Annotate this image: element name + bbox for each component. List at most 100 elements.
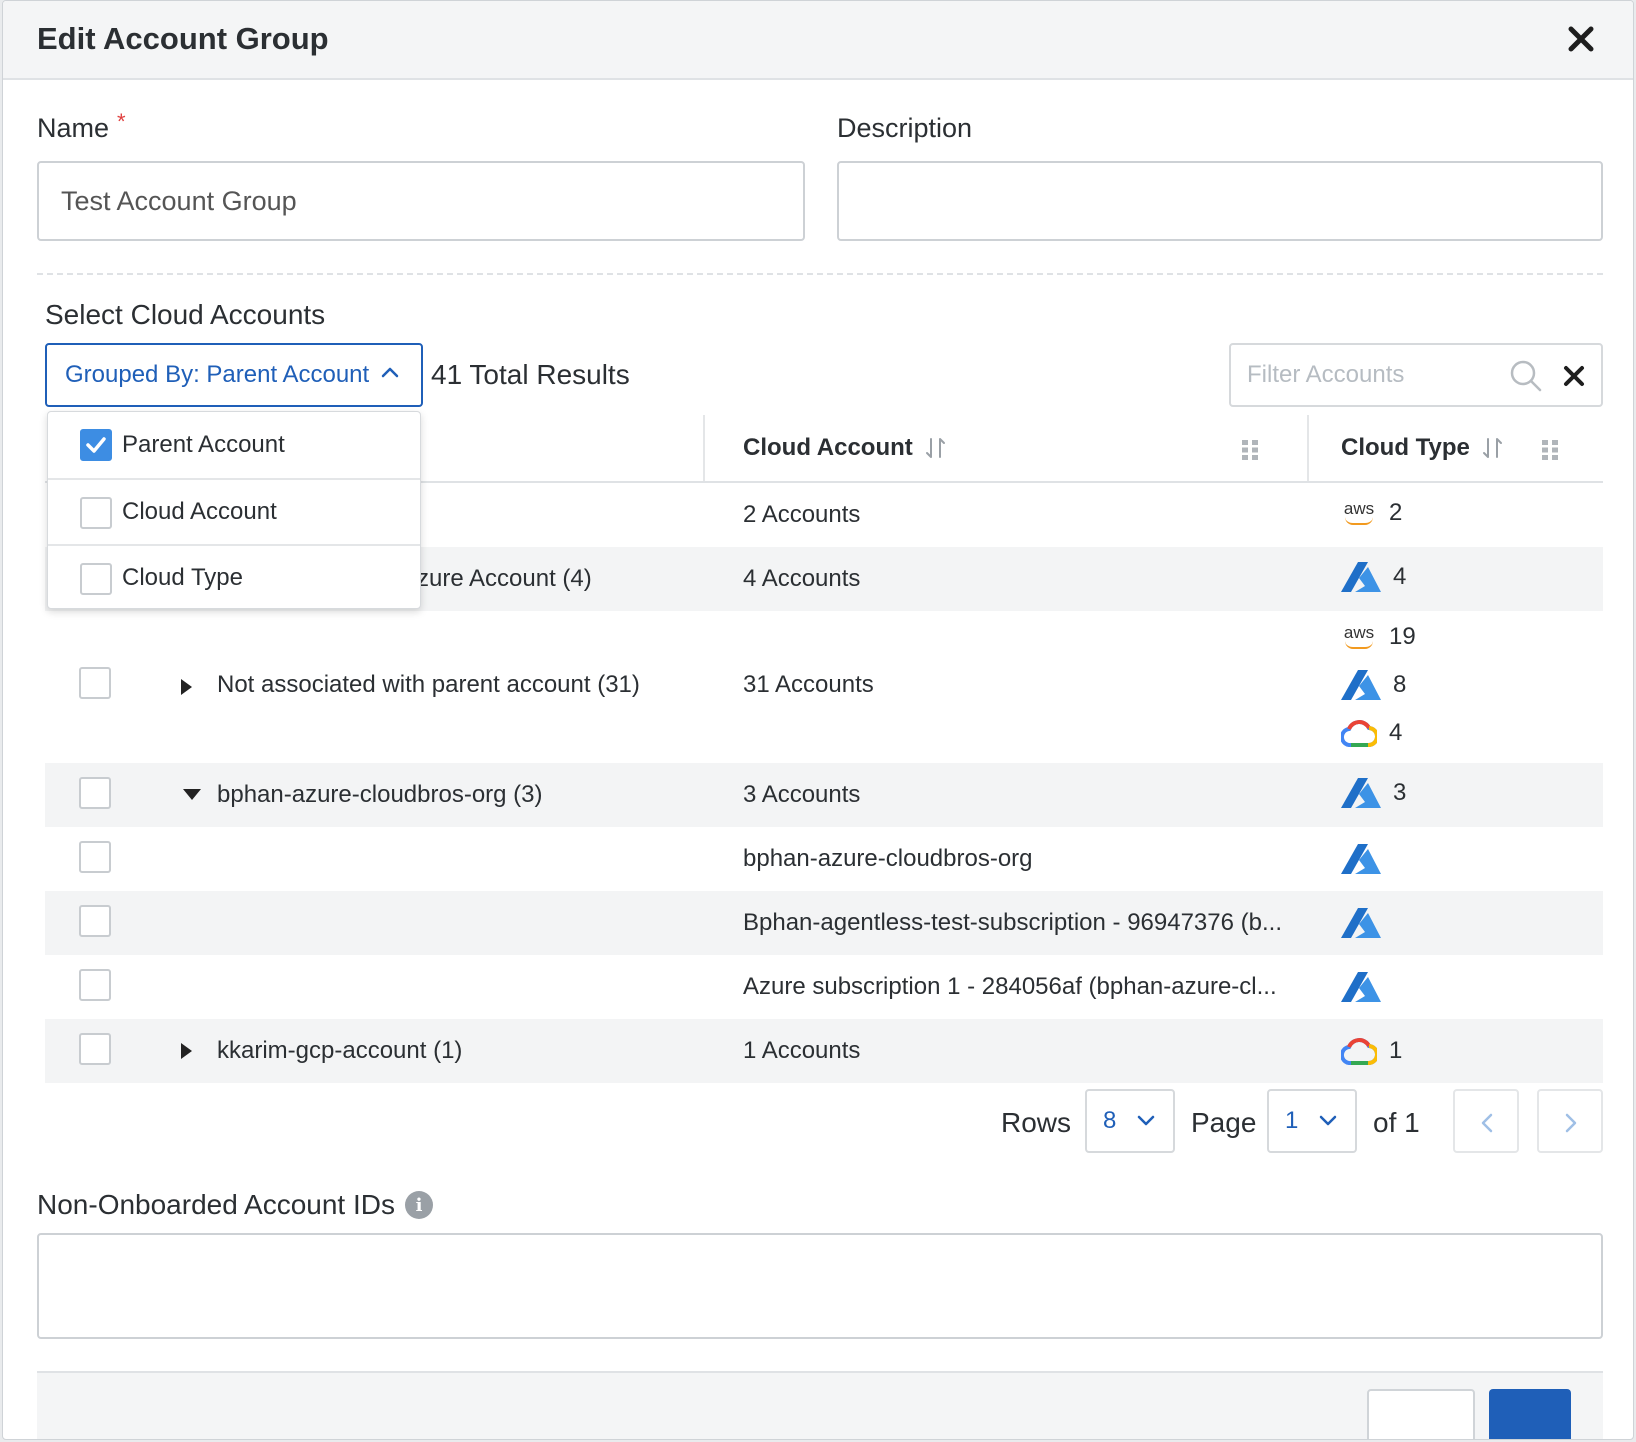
row-accounts: 31 Accounts [743, 671, 874, 698]
column-separator [1307, 415, 1309, 481]
azure-logo-icon [1341, 778, 1381, 808]
cloud-type-item: aws 19 [1341, 623, 1416, 651]
sort-icon[interactable] [925, 436, 947, 460]
group-by-option-cloud-type[interactable]: Cloud Type [48, 544, 420, 610]
page-label: Page [1191, 1107, 1257, 1138]
filter-accounts-box [1229, 343, 1603, 407]
checkbox[interactable] [80, 497, 112, 529]
cloud-type-item: aws 2 [1341, 499, 1402, 527]
cloud-type-count: 2 [1389, 499, 1403, 526]
expand-caret-icon[interactable] [181, 679, 192, 695]
required-asterisk: * [117, 109, 126, 134]
non-onboarded-label: Non-Onboarded Account IDs i [37, 1189, 433, 1221]
table-row[interactable]: Bphan-agentless-test-subscription - 9694… [45, 891, 1603, 955]
gcp-logo-icon [1341, 720, 1377, 747]
column-separator [703, 415, 705, 481]
azure-logo-icon [1341, 562, 1381, 592]
table-row[interactable]: bphan-azure-cloudbros-org (3) 3 Accounts… [45, 763, 1603, 827]
option-label: Cloud Type [122, 564, 243, 591]
chevron-left-icon [1481, 1113, 1493, 1133]
page-count: of 1 [1373, 1107, 1420, 1138]
rows-per-page-select[interactable]: 8 [1085, 1089, 1175, 1153]
cloud-type-count: 19 [1389, 623, 1416, 650]
row-checkbox[interactable] [79, 1033, 111, 1065]
sort-icon[interactable] [1482, 436, 1504, 460]
info-icon[interactable]: i [404, 1191, 433, 1219]
group-by-label: Grouped By: Parent Account [65, 361, 370, 388]
collapse-caret-icon[interactable] [183, 789, 201, 800]
dialog-title: Edit Account Group [37, 21, 329, 56]
cloud-type-item [1341, 907, 1381, 939]
dialog-footer [37, 1371, 1603, 1439]
name-label-text: Name [37, 113, 110, 143]
row-checkbox[interactable] [79, 905, 111, 937]
table-row[interactable]: Not associated with parent account (31) … [45, 611, 1603, 763]
azure-logo-icon [1341, 670, 1381, 700]
column-header-cloud-type-label: Cloud Type [1341, 434, 1470, 461]
row-accounts: Azure subscription 1 - 284056af (bphan-a… [743, 973, 1277, 1000]
option-label: Parent Account [122, 431, 285, 458]
row-accounts: 3 Accounts [743, 781, 861, 808]
name-input[interactable] [37, 161, 805, 241]
column-header-cloud-type[interactable]: Cloud Type [1341, 415, 1504, 481]
select-cloud-accounts-title: Select Cloud Accounts [45, 299, 326, 330]
cloud-type-count: 1 [1389, 1037, 1403, 1064]
table-row[interactable]: Azure subscription 1 - 284056af (bphan-a… [45, 955, 1603, 1019]
cloud-type-item [1341, 971, 1381, 1003]
table-row[interactable]: kkarim-gcp-account (1) 1 Accounts 1 [45, 1019, 1603, 1083]
aws-logo-icon: aws [1341, 498, 1377, 525]
save-button[interactable] [1489, 1389, 1571, 1439]
cloud-type-item [1341, 843, 1381, 875]
column-drag-handle-icon[interactable] [1541, 439, 1559, 461]
column-drag-handle-icon[interactable] [1241, 439, 1259, 461]
checkbox-checked[interactable] [80, 429, 112, 461]
cloud-type-item: 4 [1341, 719, 1402, 747]
name-label: Name * [37, 109, 126, 144]
chevron-up-icon [381, 367, 399, 378]
row-group-name: Not associated with parent account (31) [217, 671, 640, 698]
row-accounts: 4 Accounts [743, 565, 861, 592]
row-accounts: 1 Accounts [743, 1037, 861, 1064]
row-checkbox[interactable] [79, 969, 111, 1001]
row-group-name: kkarim-gcp-account (1) [217, 1037, 463, 1064]
next-page-button[interactable] [1537, 1089, 1603, 1153]
cancel-button[interactable] [1367, 1389, 1475, 1439]
close-button[interactable] [1563, 21, 1599, 57]
description-input[interactable] [837, 161, 1603, 241]
group-by-dropdown[interactable]: Grouped By: Parent Account [45, 343, 423, 407]
section-divider [37, 273, 1603, 275]
row-accounts: Bphan-agentless-test-subscription - 9694… [743, 909, 1282, 936]
search-icon[interactable] [1509, 359, 1543, 393]
close-icon [1568, 26, 1594, 52]
row-checkbox[interactable] [79, 777, 111, 809]
row-accounts: 2 Accounts [743, 501, 861, 528]
non-onboarded-account-ids-input[interactable] [37, 1233, 1603, 1339]
cloud-type-item: 1 [1341, 1037, 1402, 1065]
non-onboarded-label-text: Non-Onboarded Account IDs [37, 1189, 395, 1220]
checkbox[interactable] [80, 563, 112, 595]
clear-filter-icon[interactable] [1561, 363, 1587, 389]
previous-page-button[interactable] [1453, 1089, 1519, 1153]
group-by-option-cloud-account[interactable]: Cloud Account [48, 478, 420, 544]
row-checkbox[interactable] [79, 841, 111, 873]
column-header-cloud-account[interactable]: Cloud Account [743, 415, 947, 481]
page-value: 1 [1285, 1107, 1299, 1134]
cloud-type-count: 8 [1393, 671, 1407, 698]
row-accounts: bphan-azure-cloudbros-org [743, 845, 1033, 872]
chevron-down-icon [1137, 1115, 1155, 1126]
row-checkbox[interactable] [79, 667, 111, 699]
row-group-name: zure Account (4) [417, 565, 592, 592]
cloud-type-item: 8 [1341, 669, 1406, 701]
aws-logo-text: aws [1343, 622, 1375, 642]
gcp-logo-icon [1341, 1038, 1377, 1065]
filter-accounts-input[interactable] [1247, 353, 1507, 397]
page-select[interactable]: 1 [1267, 1089, 1357, 1153]
azure-logo-icon [1341, 908, 1381, 938]
rows-label: Rows [1001, 1107, 1072, 1138]
aws-logo-text: aws [1343, 498, 1375, 518]
table-row[interactable]: bphan-azure-cloudbros-org [45, 827, 1603, 891]
group-by-option-parent-account[interactable]: Parent Account [48, 412, 420, 478]
expand-caret-icon[interactable] [181, 1043, 192, 1059]
description-label: Description [837, 113, 973, 143]
cloud-type-item: 3 [1341, 777, 1406, 809]
